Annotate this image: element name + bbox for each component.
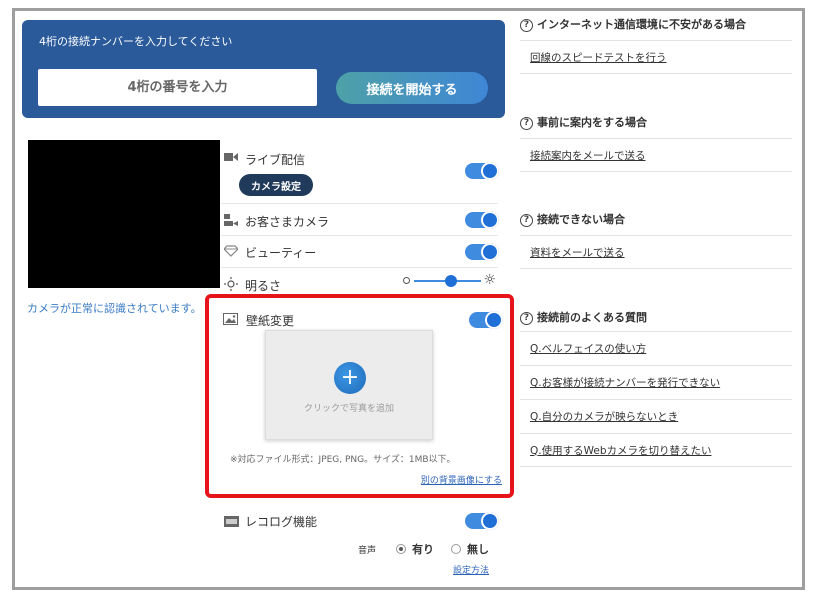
start-connection-button[interactable]: 接続を開始する [336, 72, 488, 104]
image-icon [222, 312, 238, 326]
faq-item: Q.自分のカメラが映らないとき [520, 399, 792, 433]
file-format-note: ※対応ファイル形式：JPEG, PNG。サイズ：1MB以下。 [230, 455, 456, 465]
audio-label: 音声 [358, 546, 377, 556]
beauty-toggle[interactable] [465, 243, 499, 261]
question-icon: ? [520, 19, 533, 32]
sun-max-icon: ☼ [483, 272, 496, 288]
faq-item: Q.使用するWebカメラを切り替えたい [520, 433, 792, 467]
faq-link-usage[interactable]: Q.ベルフェイスの使い方 [530, 341, 646, 356]
help-section-guide: ? 事前に案内をする場合 接続案内をメールで送る [520, 114, 792, 172]
upload-label: クリックで写真を追加 [303, 404, 394, 414]
video-camera-icon [223, 150, 239, 164]
help-link-item: 回線のスピードテストを行う [520, 40, 792, 74]
beauty-label: ビューティー [245, 246, 317, 260]
brightness-row: 明るさ ☼ [221, 269, 498, 296]
help-heading-faq: ? 接続前のよくある質問 [520, 309, 792, 327]
faq-item: Q.ベルフェイスの使い方 [520, 331, 792, 365]
beauty-row: ビューティー [221, 237, 499, 268]
connection-number-input[interactable] [38, 69, 317, 106]
sun-icon [223, 277, 239, 291]
faq-item: Q.お客様が接続ナンバーを発行できない [520, 365, 792, 399]
app-frame: 4桁の接続ナンバーを入力してください 接続を開始する カメラが正常に認識されてい… [12, 8, 805, 590]
brightness-label: 明るさ [245, 279, 282, 293]
recolog-row: レコログ機能 [221, 508, 499, 534]
live-row: ライブ配信 カメラ設定 [221, 143, 499, 204]
guest-camera-icon [223, 213, 239, 227]
wallpaper-toggle[interactable] [469, 311, 503, 329]
brightness-slider[interactable]: ☼ [403, 272, 496, 289]
question-icon: ? [520, 312, 533, 325]
guest-camera-toggle[interactable] [465, 211, 499, 229]
speed-test-link[interactable]: 回線のスピードテストを行う [530, 50, 667, 65]
recolog-icon [223, 514, 239, 528]
slider-thumb[interactable] [444, 275, 457, 287]
help-heading-network: ? インターネット通信環境に不安がある場合 [520, 16, 792, 34]
send-guide-mail-link[interactable]: 接続案内をメールで送る [530, 148, 646, 163]
help-heading-cannot-connect: ? 接続できない場合 [520, 211, 792, 229]
camera-status-text: カメラが正常に認識されています。 [27, 302, 202, 315]
camera-settings-button[interactable]: カメラ設定 [239, 174, 313, 196]
guest-camera-row: お客さまカメラ [221, 205, 499, 236]
faq-link-guest-number[interactable]: Q.お客様が接続ナンバーを発行できない [530, 375, 720, 390]
faq-link-camera-not-shown[interactable]: Q.自分のカメラが映らないとき [530, 409, 678, 424]
live-label: ライブ配信 [245, 153, 306, 167]
help-section-network: ? インターネット通信環境に不安がある場合 回線のスピードテストを行う [520, 16, 792, 74]
diamond-icon [223, 244, 239, 258]
add-photo-button[interactable]: + [334, 362, 366, 394]
audio-setup-link[interactable]: 設定方法 [453, 563, 489, 576]
audio-off-label: 無し [467, 543, 489, 556]
send-docs-mail-link[interactable]: 資料をメールで送る [530, 245, 625, 260]
wallpaper-highlight: 壁紙変更 + クリックで写真を追加 ※対応ファイル形式：JPEG, PNG。サイ… [205, 294, 514, 498]
camera-preview [28, 140, 220, 288]
alt-background-link[interactable]: 別の背景画像にする [421, 473, 502, 486]
connect-panel: 4桁の接続ナンバーを入力してください 接続を開始する [22, 20, 505, 118]
audio-on-label: 有り [412, 543, 434, 556]
audio-on-radio[interactable] [396, 544, 406, 554]
brightness-min-icon [403, 277, 410, 284]
question-icon: ? [520, 117, 533, 130]
help-section-cannot-connect: ? 接続できない場合 資料をメールで送る [520, 211, 792, 269]
photo-upload-area[interactable]: + クリックで写真を追加 [265, 330, 433, 440]
help-link-item: 接続案内をメールで送る [520, 138, 792, 172]
help-section-faq: ? 接続前のよくある質問 Q.ベルフェイスの使い方 Q.お客様が接続ナンバーを発… [520, 309, 792, 467]
faq-link-switch-webcam[interactable]: Q.使用するWebカメラを切り替えたい [530, 443, 712, 458]
recolog-toggle[interactable] [465, 512, 499, 530]
help-link-item: 資料をメールで送る [520, 235, 792, 269]
live-toggle[interactable] [465, 162, 499, 180]
question-icon: ? [520, 214, 533, 227]
audio-off-radio[interactable] [451, 544, 461, 554]
connect-title: 4桁の接続ナンバーを入力してください [39, 35, 233, 48]
wallpaper-label: 壁紙変更 [246, 314, 295, 328]
guest-camera-label: お客さまカメラ [245, 215, 330, 229]
help-heading-guide: ? 事前に案内をする場合 [520, 114, 792, 132]
recolog-label: レコログ機能 [245, 515, 318, 529]
